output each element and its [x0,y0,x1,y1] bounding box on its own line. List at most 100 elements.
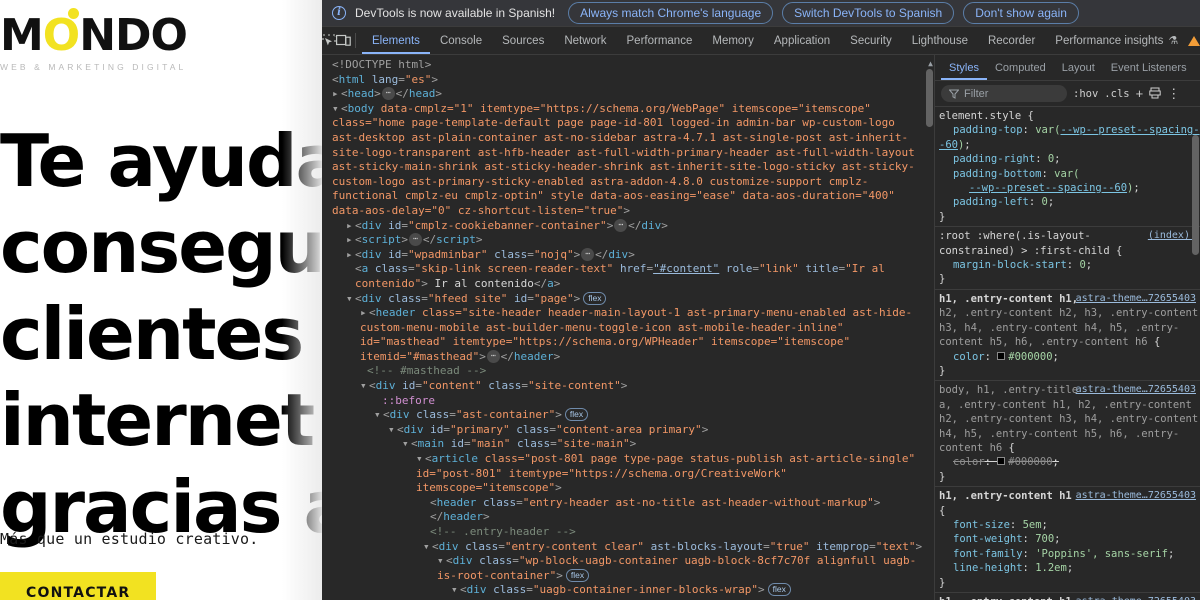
tab-performance[interactable]: Performance [617,27,703,54]
css-property[interactable]: font-family [939,547,1023,561]
css-property[interactable]: color [939,455,985,469]
tab-network[interactable]: Network [554,27,616,54]
css-property[interactable]: font-size [939,518,1010,532]
css-selector[interactable]: body, h1, .entry-title [939,384,1078,396]
collapsed-children-ellipsis[interactable]: ⋯ [409,233,422,247]
plus-icon[interactable]: + [1136,87,1144,100]
collapse-arrow-icon[interactable]: ▾ [451,583,460,598]
dom-line-script[interactable]: ▸ <script> ⋯ </script> [322,233,934,248]
dom-line-comment-masthead[interactable]: <!-- #masthead --> [322,364,934,379]
collapse-arrow-icon[interactable]: ▾ [388,423,397,438]
tab-lighthouse[interactable]: Lighthouse [902,27,978,54]
dom-line-uagb-inner[interactable]: ▾ <div class="uagb-container-inner-blocks… [322,583,934,598]
print-style-icon[interactable] [1149,87,1161,101]
contact-button[interactable]: CONTACTAR [0,572,157,600]
always-match-chrome-language-button[interactable]: Always match Chrome's language [568,2,774,24]
collapsed-children-ellipsis[interactable]: ⋯ [614,218,628,232]
dom-line-before-pseudo[interactable]: ::before [322,394,934,409]
collapse-arrow-icon[interactable]: ▾ [402,437,411,452]
tab-console[interactable]: Console [430,27,492,54]
dom-line-skiplink[interactable]: <a class="skip-link screen-reader-text" … [322,262,934,291]
css-rule-h1-typography[interactable]: h1, .entry-content h1 astra-theme…726554… [935,487,1200,593]
styles-scrollbar-thumb[interactable] [1192,135,1199,255]
dom-line-entry-header[interactable]: <header class="entry-header ast-no-title… [322,496,934,525]
dom-scrollbar-thumb[interactable] [926,69,933,127]
css-rule-origin[interactable]: astra-theme…72655403 [1076,489,1196,503]
css-selector[interactable]: h1, .entry-content h1, [939,596,1078,600]
css-rule-body-color-overridden[interactable]: body, h1, .entry-title astra-theme…72655… [935,381,1200,488]
css-var-link[interactable]: --wp--preset--spacing--60 [969,182,1127,194]
css-value[interactable]: 5em [1023,519,1042,531]
styles-tab-layout[interactable]: Layout [1054,55,1103,80]
warning-counter[interactable]: 57 [1188,27,1200,54]
css-rule-element-style[interactable]: element.style { padding-top: var(--wp--p… [935,107,1200,228]
collapsed-children-ellipsis[interactable]: ⋯ [381,87,395,101]
css-rule-headings-color[interactable]: h1, .entry-content h1, astra-theme…72655… [935,290,1200,382]
css-selector[interactable]: :root :where(.is-layout-constrained) > :… [939,230,1110,256]
dom-line-ast-container[interactable]: ▾ <div class="ast-container"> flex [322,408,934,423]
tab-recorder[interactable]: Recorder [978,27,1045,54]
collapse-arrow-icon[interactable]: ▾ [360,379,369,394]
css-value[interactable]: 1.2em [1035,562,1067,574]
css-property[interactable]: padding-bottom [939,167,1042,181]
dom-line-entry-content[interactable]: ▾ <div class="entry-content clear" ast-bl… [322,540,934,555]
dom-line-body[interactable]: ▾ <body data-cmplz="1" itemtype="https://… [322,102,934,219]
expand-arrow-icon[interactable]: ▸ [360,306,369,321]
dom-line-head[interactable]: ▸ <head> ⋯ </head> [322,87,934,102]
flex-badge[interactable]: flex [564,408,589,422]
collapse-arrow-icon[interactable]: ▾ [416,452,425,467]
dom-line-article[interactable]: ▾ <article class="post-801 page type-page… [322,452,934,496]
css-property[interactable]: padding-left [939,195,1029,209]
tab-security[interactable]: Security [840,27,902,54]
styles-tab-computed[interactable]: Computed [987,55,1054,80]
dom-line-header[interactable]: ▸ <header class="site-header header-main-… [322,306,934,364]
collapse-arrow-icon[interactable]: ▾ [423,540,432,555]
styles-tab-styles[interactable]: Styles [941,55,987,80]
css-rule-origin[interactable]: astra-theme…72655403 [1076,595,1196,600]
css-rule-origin[interactable]: astra-theme…72655403 [1076,292,1196,306]
styles-tab-event-listeners[interactable]: Event Listeners [1103,55,1195,80]
dom-line-html[interactable]: <html lang="es"> [322,73,934,88]
css-rule-heading-font-weight-overridden[interactable]: h1, .entry-content h1, astra-theme…72655… [935,593,1200,600]
collapsed-children-ellipsis[interactable]: ⋯ [486,349,500,363]
dom-line-primary-div[interactable]: ▾ <div id="primary" class="content-area p… [322,423,934,438]
dom-tree-pane[interactable]: <!DOCTYPE html> <html lang="es"> ▸ <head>… [322,55,934,600]
expand-arrow-icon[interactable]: ▸ [346,248,355,263]
hover-state-toggle[interactable]: :hov [1073,88,1098,100]
color-swatch[interactable] [997,351,1006,360]
dom-line-main[interactable]: ▾ <main id="main" class="site-main"> [322,437,934,452]
dom-line-comment-entry-header[interactable]: <!-- .entry-header --> [322,525,934,540]
flex-badge[interactable]: flex [565,568,590,582]
css-rule-origin[interactable]: astra-theme…72655403 [1076,383,1196,397]
collapse-arrow-icon[interactable]: ▾ [346,292,355,307]
collapse-arrow-icon[interactable]: ▾ [437,554,446,569]
collapse-arrow-icon[interactable]: ▾ [374,408,383,423]
css-property[interactable]: color [939,350,985,364]
chevron-double-right-icon[interactable]: » [1195,55,1200,80]
dom-line-uagb-container[interactable]: ▾ <div class="wp-block-uagb-container uag… [322,554,934,583]
tab-elements[interactable]: Elements [362,27,430,54]
collapse-arrow-icon[interactable]: ▾ [332,102,341,117]
css-property[interactable]: padding-top [939,123,1023,137]
dom-line-wpadminbar[interactable]: ▸ <div id="wpadminbar" class="nojq"> ⋯ </di… [322,247,934,263]
color-swatch[interactable] [997,457,1006,466]
flex-badge[interactable]: flex [767,583,791,597]
expand-arrow-icon[interactable]: ▸ [346,233,355,248]
css-rule-origin[interactable]: (index): [1148,229,1196,243]
expand-arrow-icon[interactable]: ▸ [346,219,355,234]
css-property[interactable]: line-height [939,561,1023,575]
collapsed-children-ellipsis[interactable]: ⋯ [581,247,595,261]
css-selector-continued[interactable]: a, .entry-content h1, h2, .entry-content… [939,399,1198,454]
flex-badge[interactable]: flex [583,291,607,305]
tab-sources[interactable]: Sources [492,27,554,54]
css-selector[interactable]: h1, .entry-content h1 [939,490,1072,502]
tab-application[interactable]: Application [764,27,840,54]
element-classes-toggle[interactable]: .cls [1104,88,1129,100]
css-value[interactable]: #000000 [1008,456,1052,468]
device-toolbar-icon[interactable] [336,27,351,54]
css-rule-is-layout-constrained[interactable]: :root :where(.is-layout-constrained) > :… [935,227,1200,290]
dont-show-again-button[interactable]: Don't show again [963,2,1079,24]
css-property[interactable]: font-weight [939,532,1023,546]
switch-devtools-to-spanish-button[interactable]: Switch DevTools to Spanish [782,2,955,24]
css-selector[interactable]: h1, .entry-content h1, [939,293,1078,305]
